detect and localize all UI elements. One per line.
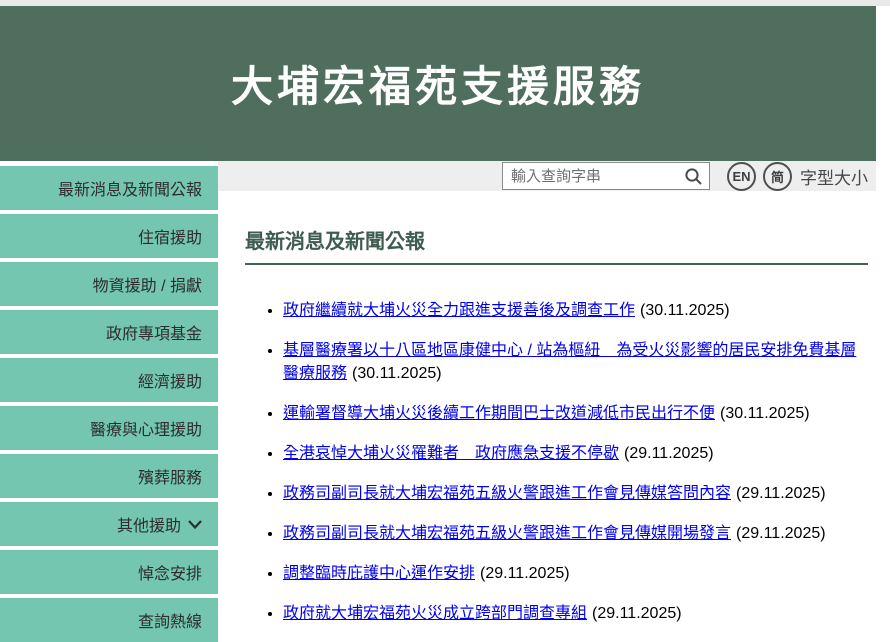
sidebar-item-label: 其他援助 <box>117 512 181 536</box>
news-date: (29.11.2025) <box>592 605 682 622</box>
news-link[interactable]: 全港哀悼大埔火災罹難者 政府應急支援不停歇 <box>283 445 619 462</box>
sidebar-item-other-support[interactable]: 其他援助 <box>0 502 218 546</box>
language-english-button[interactable]: EN <box>727 162 756 191</box>
utility-topbar: EN 简 字型大小 <box>218 161 876 191</box>
news-date: (30.11.2025) <box>352 365 442 382</box>
sidebar-item-label: 悼念安排 <box>138 560 202 584</box>
section-heading: 最新消息及新聞公報 <box>245 225 868 265</box>
sidebar-item-label: 殯葬服務 <box>138 464 202 488</box>
sidebar-item-label: 查詢熱線 <box>138 608 202 632</box>
news-item: 全港哀悼大埔火災罹難者 政府應急支援不停歇 (29.11.2025) <box>283 442 868 465</box>
news-item: 政務司副司長就大埔宏福苑五級火警跟進工作會見傳媒開場發言 (29.11.2025) <box>283 522 868 545</box>
sidebar-item-label: 醫療與心理援助 <box>90 416 202 440</box>
sidebar-item-enquiry-hotlines[interactable]: 查詢熱線 <box>0 598 218 642</box>
sidebar-item-supplies-donation[interactable]: 物資援助 / 捐獻 <box>0 262 218 306</box>
sidebar-item-financial-support[interactable]: 經濟援助 <box>0 358 218 402</box>
sidebar-item-label: 住宿援助 <box>138 224 202 248</box>
main-row: 最新消息及新聞公報 住宿援助 物資援助 / 捐獻 政府專項基金 經濟援助 醫療與… <box>0 161 890 642</box>
news-date: (29.11.2025) <box>736 485 826 502</box>
news-date: (29.11.2025) <box>736 525 826 542</box>
right-column: EN 简 字型大小 最新消息及新聞公報 政府繼續就大埔火災全力跟進支援善後及調查… <box>218 161 876 642</box>
news-link[interactable]: 政務司副司長就大埔宏福苑五級火警跟進工作會見傳媒答問內容 <box>283 485 731 502</box>
sidebar-item-accommodation-support[interactable]: 住宿援助 <box>0 214 218 258</box>
news-item: 政府繼續就大埔火災全力跟進支援善後及調查工作 (30.11.2025) <box>283 299 868 322</box>
news-date: (30.11.2025) <box>720 405 810 422</box>
search-input[interactable] <box>511 168 684 185</box>
news-link[interactable]: 政府繼續就大埔火災全力跟進支援善後及調查工作 <box>283 302 635 319</box>
search-icon[interactable] <box>684 167 703 186</box>
news-link[interactable]: 政府就大埔宏福苑火災成立跨部門調查專組 <box>283 605 587 622</box>
sidebar-item-latest-news[interactable]: 最新消息及新聞公報 <box>0 166 218 210</box>
news-item: 政務司副司長就大埔宏福苑五級火警跟進工作會見傳媒答問內容 (29.11.2025) <box>283 482 868 505</box>
news-link[interactable]: 調整臨時庇護中心運作安排 <box>283 565 475 582</box>
news-date: (30.11.2025) <box>640 302 730 319</box>
chevron-down-icon <box>188 520 202 529</box>
sidebar-item-funeral-services[interactable]: 殯葬服務 <box>0 454 218 498</box>
sidebar-item-label: 政府專項基金 <box>106 320 202 344</box>
news-list: 政府繼續就大埔火災全力跟進支援善後及調查工作 (30.11.2025) 基層醫療署… <box>245 299 868 625</box>
news-link[interactable]: 運輸署督導大埔火災後續工作期間巴士改道減低市民出行不便 <box>283 405 715 422</box>
news-item: 基層醫療署以十八區地區康健中心 / 站為樞紐 為受火災影響的居民安排免費基層醫療… <box>283 339 868 385</box>
content-area: 最新消息及新聞公報 政府繼續就大埔火災全力跟進支援善後及調查工作 (30.11.2… <box>218 191 876 642</box>
sidebar-nav: 最新消息及新聞公報 住宿援助 物資援助 / 捐獻 政府專項基金 經濟援助 醫療與… <box>0 161 218 642</box>
sidebar-item-government-fund[interactable]: 政府專項基金 <box>0 310 218 354</box>
font-size-control[interactable]: 字型大小 <box>800 164 868 189</box>
sidebar-item-condolence-arrangements[interactable]: 悼念安排 <box>0 550 218 594</box>
sidebar-item-label: 最新消息及新聞公報 <box>58 176 202 200</box>
page-title: 大埔宏福苑支援服務 <box>231 53 645 114</box>
news-item: 調整臨時庇護中心運作安排 (29.11.2025) <box>283 562 868 585</box>
sidebar-item-label: 物資援助 / 捐獻 <box>93 272 202 296</box>
news-link[interactable]: 政務司副司長就大埔宏福苑五級火警跟進工作會見傳媒開場發言 <box>283 525 731 542</box>
news-item: 政府就大埔宏福苑火災成立跨部門調查專組 (29.11.2025) <box>283 602 868 625</box>
news-item: 運輸署督導大埔火災後續工作期間巴士改道減低市民出行不便 (30.11.2025) <box>283 402 868 425</box>
language-controls: EN 简 <box>727 162 792 191</box>
news-date: (29.11.2025) <box>480 565 570 582</box>
language-simplified-chinese-button[interactable]: 简 <box>763 162 792 191</box>
sidebar-item-medical-psychological-support[interactable]: 醫療與心理援助 <box>0 406 218 450</box>
sidebar-item-label: 經濟援助 <box>138 368 202 392</box>
page-header: 大埔宏福苑支援服務 <box>0 6 876 161</box>
search-box <box>502 162 710 190</box>
news-date: (29.11.2025) <box>624 445 714 462</box>
